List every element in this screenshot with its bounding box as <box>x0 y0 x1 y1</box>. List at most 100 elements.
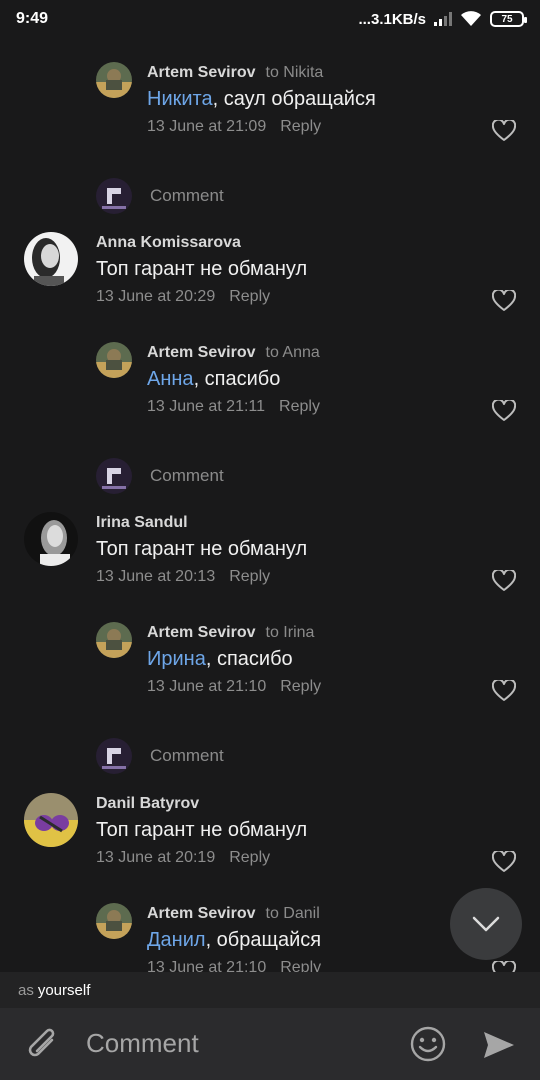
reply-button[interactable]: Reply <box>229 568 270 585</box>
reply-button[interactable]: Reply <box>280 118 321 135</box>
heart-icon <box>491 288 517 316</box>
emoji-icon[interactable] <box>410 1026 446 1062</box>
status-bar: 9:49 ...3.1KB/s 75 <box>0 0 540 38</box>
comment-meta: 13 June at 21:10 Reply <box>147 959 321 972</box>
avatar[interactable] <box>96 342 132 378</box>
comment-time: 13 June at 20:29 <box>96 288 216 305</box>
comment-text: Данил, обращайся <box>147 929 321 952</box>
avatar <box>96 458 132 494</box>
comment-text: Топ гарант не обманул <box>96 819 307 842</box>
heart-icon <box>491 118 517 146</box>
avatar[interactable] <box>24 232 78 286</box>
mention-link[interactable]: Анна <box>147 368 194 390</box>
reply-item: Artem Sevirov to Anna Анна, спасибо 13 June… <box>0 338 540 442</box>
comment-body: , обращайся <box>205 929 322 951</box>
reply-to-label: to Danil <box>265 905 320 922</box>
comment-body: , саул обращайся <box>212 88 376 110</box>
mention-link[interactable]: Данил <box>147 929 206 951</box>
comment-time: 13 June at 21:09 <box>147 118 267 135</box>
reply-to-label: to Irina <box>265 624 315 641</box>
reply-button[interactable]: Reply <box>229 849 270 866</box>
author-name-text[interactable]: Danil Batyrov <box>96 795 199 812</box>
post-as-bar[interactable]: as yourself <box>0 972 540 1008</box>
post-as-prefix: as <box>18 981 34 999</box>
scroll-down-button[interactable] <box>450 888 522 960</box>
comment-prompt: Comment <box>0 168 540 224</box>
send-icon[interactable] <box>482 1030 516 1060</box>
comment-prompt: Comment <box>0 728 540 784</box>
reply-button[interactable]: Reply <box>280 678 321 695</box>
author-name-text[interactable]: Anna Komissarova <box>96 234 241 251</box>
reply-item: Artem Sevirov to Irina Ирина, спасибо 13 Ju… <box>0 618 540 722</box>
like-button[interactable] <box>491 118 517 142</box>
like-button[interactable] <box>491 568 517 592</box>
author-name[interactable]: Irina Sandul <box>96 514 188 532</box>
reply-button[interactable]: Reply <box>229 288 270 305</box>
comment-body: Топ гарант не обманул <box>96 258 308 280</box>
paperclip-icon[interactable] <box>24 1026 60 1064</box>
author-name[interactable]: Artem Sevirov to Danil <box>147 905 320 923</box>
comment-meta: 13 June at 21:11 Reply <box>147 398 320 416</box>
signal-icon <box>434 12 452 26</box>
comment-reply-input[interactable]: Comment <box>150 746 224 766</box>
avatar <box>96 178 132 214</box>
reply-button[interactable]: Reply <box>280 959 321 972</box>
mention-link[interactable]: Никита <box>147 88 213 110</box>
comment-meta: 13 June at 21:10 Reply <box>147 678 321 696</box>
wifi-icon <box>461 11 481 26</box>
comment-meta: 13 June at 20:13 Reply <box>96 568 270 586</box>
comment-meta: 13 June at 21:09 Reply <box>147 118 321 136</box>
comment-thread[interactable]: Artem Sevirov to Nikita Никита, саул обращ… <box>0 38 540 972</box>
comment-text: Анна, спасибо <box>147 368 280 391</box>
author-name-text[interactable]: Irina Sandul <box>96 514 188 531</box>
comment-body: Топ гарант не обманул <box>96 819 308 841</box>
mention-link[interactable]: Ирина <box>147 648 206 670</box>
comment-body: , спасибо <box>193 368 281 390</box>
author-name[interactable]: Artem Sevirov to Irina <box>147 624 314 642</box>
network-speed: ...3.1KB/s <box>358 10 426 28</box>
author-name-text[interactable]: Artem Sevirov <box>147 624 256 641</box>
heart-icon <box>491 398 517 426</box>
like-button[interactable] <box>491 398 517 422</box>
avatar <box>96 738 132 774</box>
author-name[interactable]: Anna Komissarova <box>96 234 241 252</box>
avatar[interactable] <box>96 622 132 658</box>
heart-icon <box>491 849 517 877</box>
like-button[interactable] <box>491 288 517 312</box>
author-name-text[interactable]: Artem Sevirov <box>147 64 256 81</box>
avatar[interactable] <box>96 903 132 939</box>
comment-item: Irina Sandul Топ гарант не обманул 13 June… <box>0 508 540 612</box>
author-name[interactable]: Artem Sevirov to Nikita <box>147 64 323 82</box>
author-name[interactable]: Artem Sevirov to Anna <box>147 344 320 362</box>
like-button[interactable] <box>491 678 517 702</box>
comment-composer: Comment <box>0 1008 540 1080</box>
comment-text: Топ гарант не обманул <box>96 258 307 281</box>
author-name-text[interactable]: Artem Sevirov <box>147 344 256 361</box>
comment-input[interactable]: Comment <box>86 1028 199 1059</box>
avatar[interactable] <box>96 62 132 98</box>
comment-time: 13 June at 20:13 <box>96 568 216 585</box>
comment-reply-input[interactable]: Comment <box>150 186 224 206</box>
like-button[interactable] <box>491 959 517 972</box>
avatar[interactable] <box>24 793 78 847</box>
like-button[interactable] <box>491 849 517 873</box>
reply-button[interactable]: Reply <box>279 398 320 415</box>
comment-prompt: Comment <box>0 448 540 504</box>
avatar[interactable] <box>24 512 78 566</box>
heart-icon <box>491 678 517 706</box>
chevron-down-icon <box>472 916 500 932</box>
comment-time: 13 June at 20:19 <box>96 849 216 866</box>
comment-meta: 13 June at 20:29 Reply <box>96 288 270 306</box>
comment-text: Ирина, спасибо <box>147 648 293 671</box>
comment-reply-input[interactable]: Comment <box>150 466 224 486</box>
reply-to-label: to Nikita <box>265 64 324 81</box>
battery-icon: 75 <box>490 11 527 27</box>
post-as-name[interactable]: yourself <box>38 982 91 999</box>
comment-item: Anna Komissarova Топ гарант не обманул 13 … <box>0 228 540 332</box>
author-name[interactable]: Danil Batyrov <box>96 795 199 813</box>
status-indicators: ...3.1KB/s 75 <box>358 10 527 28</box>
reply-to-label: to Anna <box>265 344 320 361</box>
author-name-text[interactable]: Artem Sevirov <box>147 905 256 922</box>
comment-time: 13 June at 21:10 <box>147 678 267 695</box>
heart-icon <box>491 568 517 596</box>
